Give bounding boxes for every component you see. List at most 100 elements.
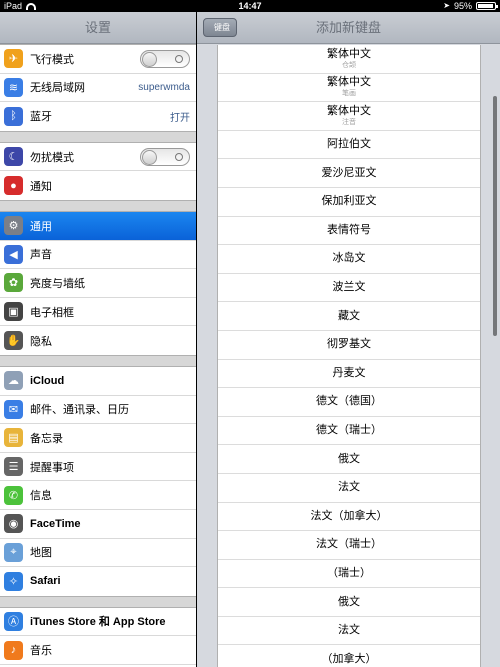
sidebar-item-label: 勿扰模式	[30, 151, 74, 164]
moon-icon: ☾	[4, 147, 23, 167]
sidebar-item-dnd[interactable]: ☾ 勿扰模式	[0, 143, 196, 172]
sidebar-item-itunes[interactable]: ⒶiTunes Store 和 App Store	[0, 608, 196, 637]
sidebar-item-label: 飞行模式	[30, 53, 74, 66]
keyboard-name: 彻罗基文	[327, 338, 371, 351]
list-icon: ☰	[4, 457, 23, 477]
settings-group: ☁ iCloud ✉ 邮件、通讯录、日历 ▤ 备忘录 ☰ 提醒事项 ✆ 信息 ◉ FaceTime ⌖ 地…	[0, 365, 196, 597]
sidebar-item-maps[interactable]: ⌖ 地图	[0, 539, 196, 568]
keyboard-name: （加拿大）	[321, 652, 377, 665]
sidebar-item-brightness[interactable]: ✿ 亮度与墙纸	[0, 269, 196, 298]
sidebar-item-notifications[interactable]: ● 通知	[0, 171, 196, 200]
frame-icon: ▣	[4, 302, 23, 322]
keyboard-name: （瑞士）	[327, 566, 371, 579]
keyboard-list-item[interactable]: 保加利亚文	[218, 188, 480, 217]
keyboard-name: 俄文	[338, 452, 360, 465]
sidebar-item-label: 亮度与墙纸	[30, 277, 85, 290]
keyboard-name: 繁体中文	[327, 104, 371, 117]
keyboard-list-item[interactable]: 法文（瑞士）	[218, 531, 480, 560]
settings-group: ✈ 飞行模式 ≋ 无线局域网 superwmda ᛒ 蓝牙 打开	[0, 44, 196, 132]
keyboard-list-item[interactable]: 彻罗基文	[218, 331, 480, 360]
toggle-switch[interactable]	[140, 49, 190, 68]
store-icon: Ⓐ	[4, 611, 23, 631]
keyboard-subtitle: 仓颉	[342, 61, 356, 69]
keyboard-list-item[interactable]: 爱沙尼亚文	[218, 159, 480, 188]
sidebar-item-notes[interactable]: ▤ 备忘录	[0, 424, 196, 453]
sidebar-item-label: FaceTime	[30, 517, 81, 530]
sidebar-item-picture-frame[interactable]: ▣ 电子相框	[0, 298, 196, 327]
keyboard-list-item[interactable]: 法文	[218, 617, 480, 646]
keyboard-list-item[interactable]: （加拿大）	[218, 645, 480, 667]
camera-icon: ◉	[4, 514, 23, 534]
keyboard-list-item[interactable]: 法文（加拿大）	[218, 503, 480, 532]
keyboard-list-item[interactable]: 俄文	[218, 445, 480, 474]
status-bar: iPad 14:47 ➤ 95%	[0, 0, 500, 12]
off-indicator-icon	[175, 54, 183, 63]
sidebar-item-label: 通知	[30, 180, 52, 193]
sidebar-item-label: 通用	[30, 220, 52, 233]
settings-sidebar[interactable]: 设置 ✈ 飞行模式 ≋ 无线局域网 superwmda ᛒ 蓝牙 打开 ☾ 勿扰模式 ● 通知 ⚙ 通用 ◀…	[0, 12, 196, 667]
keyboard-list-item[interactable]: （瑞士）	[218, 560, 480, 589]
sidebar-item-sounds[interactable]: ◀ 声音	[0, 241, 196, 270]
keyboard-list-item[interactable]: 波兰文	[218, 274, 480, 303]
sidebar-item-label: Safari	[30, 575, 61, 588]
keyboard-list-item[interactable]: 冰岛文	[218, 245, 480, 274]
keyboard-name: 德文（瑞士）	[316, 424, 382, 437]
speaker-icon: ◀	[4, 244, 23, 264]
keyboard-list-item[interactable]: 繁体中文 笔画	[218, 74, 480, 103]
battery-percent: 95%	[453, 1, 472, 11]
keyboard-subtitle: 注音	[342, 118, 356, 126]
hand-icon: ✋	[4, 331, 23, 351]
sidebar-item-airplane[interactable]: ✈ 飞行模式	[0, 45, 196, 74]
keyboard-name: 法文	[338, 481, 360, 494]
sidebar-item-privacy[interactable]: ✋ 隐私	[0, 326, 196, 355]
keyboard-name: 繁体中文	[327, 47, 371, 60]
keyboard-list-item[interactable]: 阿拉伯文	[218, 131, 480, 160]
keyboard-list-item[interactable]: 德文（德国）	[218, 388, 480, 417]
settings-group: ☾ 勿扰模式 ● 通知	[0, 141, 196, 201]
sidebar-item-bluetooth[interactable]: ᛒ 蓝牙 打开	[0, 102, 196, 131]
notification-icon: ●	[4, 176, 23, 196]
scroll-indicator[interactable]	[493, 96, 497, 336]
keyboard-list-item[interactable]: 法文	[218, 474, 480, 503]
sidebar-item-mail[interactable]: ✉ 邮件、通讯录、日历	[0, 396, 196, 425]
sidebar-item-music[interactable]: ♪ 音乐	[0, 636, 196, 665]
sidebar-item-wifi[interactable]: ≋ 无线局域网 superwmda	[0, 74, 196, 103]
keyboard-name: 德文（德国）	[316, 395, 382, 408]
keyboard-list-item[interactable]: 表情符号	[218, 217, 480, 246]
sidebar-item-icloud[interactable]: ☁ iCloud	[0, 367, 196, 396]
keyboard-list-item[interactable]: 俄文	[218, 588, 480, 617]
detail-pane[interactable]: 键盘 添加新键盘 繁体中文 仓颉 繁体中文 笔画 繁体中文 注音 阿拉伯文 爱沙尼亚文 保加利亚…	[197, 12, 500, 667]
keyboard-list-item[interactable]: 德文（瑞士）	[218, 417, 480, 446]
sidebar-item-safari[interactable]: ✧ Safari	[0, 567, 196, 596]
sidebar-item-messages[interactable]: ✆ 信息	[0, 481, 196, 510]
sidebar-item-reminders[interactable]: ☰ 提醒事项	[0, 453, 196, 482]
sidebar-item-label: 无线局域网	[30, 82, 85, 95]
off-indicator-icon	[175, 152, 183, 161]
back-button[interactable]: 键盘	[203, 18, 237, 37]
sidebar-item-general[interactable]: ⚙ 通用	[0, 211, 196, 241]
battery-icon	[476, 2, 498, 10]
settings-group: ⚙ 通用 ◀ 声音 ✿ 亮度与墙纸 ▣ 电子相框 ✋ 隐私	[0, 210, 196, 356]
bluetooth-icon: ᛒ	[4, 106, 23, 126]
keyboard-name: 丹麦文	[332, 366, 366, 379]
keyboard-name: 法文（瑞士）	[316, 538, 382, 551]
sidebar-groups: ✈ 飞行模式 ≋ 无线局域网 superwmda ᛒ 蓝牙 打开 ☾ 勿扰模式 ● 通知 ⚙ 通用 ◀ 声音 ✿…	[0, 44, 196, 667]
sidebar-item-facetime[interactable]: ◉ FaceTime	[0, 510, 196, 539]
keyboard-subtitle: 笔画	[342, 90, 356, 98]
sidebar-item-label: 声音	[30, 249, 52, 262]
sidebar-item-label: 信息	[30, 490, 52, 503]
flower-icon: ✿	[4, 273, 23, 293]
gear-icon: ⚙	[4, 216, 23, 236]
keyboard-name: 冰岛文	[332, 252, 366, 265]
keyboard-list-item[interactable]: 繁体中文 注音	[218, 102, 480, 131]
keyboard-name: 繁体中文	[327, 76, 371, 89]
detail-title: 添加新键盘	[315, 20, 381, 35]
keyboard-list-item[interactable]: 藏文	[218, 302, 480, 331]
keyboard-name: 阿拉伯文	[327, 138, 371, 151]
sidebar-title: 设置	[0, 12, 196, 44]
keyboard-list-item[interactable]: 繁体中文 仓颉	[218, 45, 480, 74]
keyboard-list-item[interactable]: 丹麦文	[218, 360, 480, 389]
keyboard-list[interactable]: 繁体中文 仓颉 繁体中文 笔画 繁体中文 注音 阿拉伯文 爱沙尼亚文 保加利亚文 表情符号 冰岛文波…	[217, 45, 481, 667]
sidebar-item-label: 提醒事项	[30, 461, 74, 474]
toggle-switch[interactable]	[140, 147, 190, 166]
